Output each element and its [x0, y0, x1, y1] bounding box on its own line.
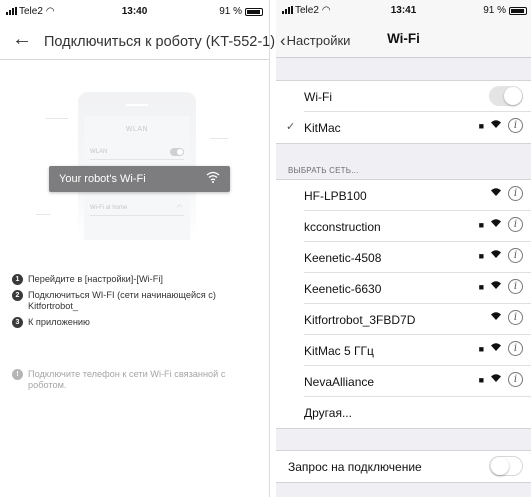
lock-icon: ■: [478, 343, 484, 354]
wifi-icon: [490, 119, 502, 132]
network-row[interactable]: KitMac 5 ГГц ■ i: [304, 335, 531, 366]
check-icon: ✓: [286, 121, 296, 133]
info-icon[interactable]: i: [508, 186, 523, 201]
wifi-toggle-group: Wi-Fi ✓ KitMac ■ i: [276, 80, 531, 144]
robot-connect-screen: Tele2 ◠ 13:40 91 % ← Подключиться к робот…: [0, 0, 275, 497]
wifi-icon: ◠: [176, 205, 182, 211]
ask-join-group: Запрос на подключение: [276, 450, 531, 483]
mock-home-row: Wi-Fi at home ◠: [90, 202, 184, 216]
status-bar: Tele2 ◠ 13:40 91 %: [0, 0, 269, 22]
mock-toggle: [170, 148, 184, 156]
step-item: 1 Перейдите в [настройки]-[Wi-Fi]: [12, 274, 262, 285]
wifi-icon: [490, 280, 502, 293]
page-title: Подключиться к роботу (KT-552-1): [44, 34, 276, 50]
nav-bar: ‹Настройки Wi-Fi: [276, 20, 531, 58]
network-row[interactable]: Keenetic-6630 ■ i: [304, 273, 531, 304]
step-number: 2: [12, 290, 23, 301]
hint-note: ! Подключите телефон к сети Wi-Fi связан…: [12, 369, 262, 391]
info-icon[interactable]: i: [508, 279, 523, 294]
hint-text: Подключите телефон к сети Wi-Fi связанно…: [28, 369, 226, 390]
network-list: HF-LPB100 i kcconstruction ■ i Keenetic-…: [276, 179, 531, 429]
wifi-icon: [490, 249, 502, 262]
info-icon[interactable]: i: [508, 310, 523, 325]
page-title: Wi-Fi: [387, 31, 420, 46]
network-row[interactable]: Keenetic-4508 ■ i: [304, 242, 531, 273]
lock-icon: ■: [478, 250, 484, 261]
info-icon[interactable]: i: [508, 248, 523, 263]
step-text: Подключиться WI-FI (сети начинающейся с)…: [28, 290, 216, 311]
wifi-icon: [206, 171, 220, 186]
battery-icon: [245, 7, 263, 16]
wifi-icon: [490, 373, 502, 386]
network-row[interactable]: kcconstruction ■ i: [304, 211, 531, 242]
mock-wlan-title: WLAN: [125, 126, 149, 133]
decor-line: [36, 214, 50, 215]
step-number: 1: [12, 274, 23, 285]
step-text: К приложению: [28, 317, 90, 327]
network-row[interactable]: NevaAlliance ■ i: [304, 366, 531, 397]
lock-icon: ■: [478, 374, 484, 385]
alert-icon: !: [12, 369, 23, 380]
connected-network-row[interactable]: ✓ KitMac ■ i: [286, 112, 531, 143]
status-bar: Tele2 ◠ 13:41 91 %: [276, 0, 531, 20]
step-text: Перейдите в [настройки]-[Wi-Fi]: [28, 274, 163, 284]
other-network-row[interactable]: Другая...: [304, 397, 531, 428]
info-icon[interactable]: i: [508, 217, 523, 232]
wifi-icon: [490, 218, 502, 231]
robot-wifi-banner: Your robot's Wi-Fi: [49, 166, 230, 192]
network-row[interactable]: Kitfortrobot_3FBD7D i: [304, 304, 531, 335]
wifi-row: Wi-Fi: [304, 81, 531, 112]
wifi-icon: [490, 342, 502, 355]
ask-join-row: Запрос на подключение: [288, 451, 531, 482]
lock-icon: ■: [478, 120, 484, 131]
lock-icon: ■: [478, 219, 484, 230]
info-icon[interactable]: i: [508, 118, 523, 133]
wifi-toggle[interactable]: [489, 86, 523, 106]
step-number: 3: [12, 317, 23, 328]
wifi-icon: [490, 187, 502, 200]
arrow-left-icon[interactable]: ←: [12, 28, 32, 51]
decor-line: [46, 118, 68, 119]
info-icon[interactable]: i: [508, 372, 523, 387]
battery-icon: [509, 6, 527, 15]
header: ← Подключиться к роботу (KT-552-1): [0, 24, 275, 60]
step-item: 2 Подключиться WI-FI (сети начинающейся …: [12, 290, 262, 312]
wifi-settings-screen: Tele2 ◠ 13:41 91 % ‹Настройки Wi-Fi Wi-Fi…: [276, 0, 531, 497]
ask-join-toggle[interactable]: [489, 456, 523, 476]
info-icon[interactable]: i: [508, 341, 523, 356]
step-item: 3 К приложению: [12, 317, 262, 328]
section-header: ВЫБРАТЬ СЕТЬ...: [288, 166, 359, 175]
mock-wlan-row: WLAN: [90, 146, 184, 160]
wifi-icon: [490, 311, 502, 324]
battery: 91 %: [483, 5, 527, 16]
decor-line: [210, 138, 228, 139]
phone-speaker: [126, 104, 148, 106]
lock-icon: ■: [478, 281, 484, 292]
instruction-steps: 1 Перейдите в [настройки]-[Wi-Fi] 2 Подк…: [12, 274, 262, 333]
battery: 91 %: [219, 6, 263, 17]
network-row[interactable]: HF-LPB100 i: [304, 180, 531, 211]
